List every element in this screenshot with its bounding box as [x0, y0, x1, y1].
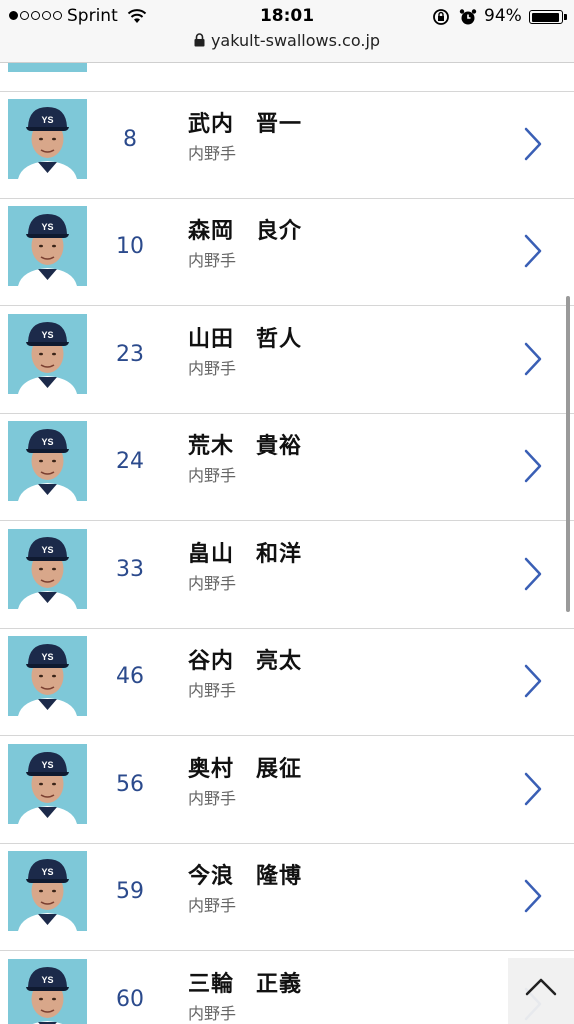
player-number: 24 — [116, 449, 144, 474]
player-surname: 荒木 — [188, 434, 235, 459]
player-photo: YS — [8, 314, 87, 394]
list-item[interactable]: YS 46 谷内 亮太 内野手 — [0, 629, 574, 736]
player-photo: YS — [8, 744, 87, 824]
back-to-top-button[interactable] — [508, 958, 574, 1024]
chevron-right-icon[interactable] — [520, 339, 546, 383]
battery-tip — [564, 14, 567, 20]
status-bar: Sprint 18:01 94% yakult-swallows.co.jp — [0, 0, 574, 63]
player-position: 内野手 — [188, 896, 237, 915]
player-photo: YS — [8, 421, 87, 501]
player-photo: YS — [8, 206, 87, 286]
player-name: 武内 晋一 — [188, 106, 302, 138]
svg-text:YS: YS — [41, 545, 53, 555]
chevron-right-icon[interactable] — [520, 876, 546, 920]
lock-icon — [194, 32, 205, 51]
player-name: 今浪 隆博 — [188, 858, 302, 890]
alarm-icon — [459, 8, 477, 30]
player-position: 内野手 — [188, 466, 237, 485]
player-surname: 三輪 — [188, 972, 235, 997]
player-position: 内野手 — [188, 144, 237, 163]
player-surname: 今浪 — [188, 864, 235, 889]
player-name: 荒木 貴裕 — [188, 428, 302, 460]
list-item[interactable]: YS 23 山田 哲人 内野手 — [0, 307, 574, 414]
player-surname: 奥村 — [188, 757, 235, 782]
player-name: 奥村 展征 — [188, 751, 302, 783]
svg-text:YS: YS — [41, 115, 53, 125]
list-item[interactable]: YS 10 森岡 良介 内野手 — [0, 199, 574, 306]
player-given-name: 正義 — [256, 972, 303, 997]
svg-text:YS: YS — [41, 437, 53, 447]
svg-text:YS: YS — [41, 760, 53, 770]
player-given-name: 和洋 — [256, 542, 303, 567]
player-number: 59 — [116, 879, 144, 904]
svg-text:YS: YS — [41, 975, 53, 985]
player-name: 三輪 正義 — [188, 966, 302, 998]
svg-text:YS: YS — [41, 652, 53, 662]
player-surname: 武内 — [188, 112, 235, 137]
player-surname: 森岡 — [188, 219, 235, 244]
player-number: 23 — [116, 342, 144, 367]
player-name: 森岡 良介 — [188, 213, 302, 245]
chevron-up-icon — [525, 978, 557, 996]
chevron-right-icon[interactable] — [520, 769, 546, 813]
player-photo: YS — [8, 636, 87, 716]
player-position: 内野手 — [188, 681, 237, 700]
player-name: 畠山 和洋 — [188, 536, 302, 568]
list-item[interactable]: YS 56 奥村 展征 内野手 — [0, 737, 574, 844]
rotation-lock-icon — [432, 8, 450, 30]
list-item[interactable]: YS 33 畠山 和洋 内野手 — [0, 522, 574, 629]
player-photo: YS — [8, 99, 87, 179]
address-bar[interactable]: yakult-swallows.co.jp — [0, 31, 574, 51]
player-number: 10 — [116, 234, 144, 259]
player-number: 8 — [123, 127, 137, 152]
player-given-name: 貴裕 — [256, 434, 303, 459]
player-photo: YS — [8, 529, 87, 609]
player-position: 内野手 — [188, 574, 237, 593]
player-number: 33 — [116, 557, 144, 582]
battery-percent: 94% — [484, 6, 522, 26]
list-item[interactable]: YS 60 三輪 正義 内野手 — [0, 952, 574, 1024]
svg-text:YS: YS — [41, 867, 53, 877]
chevron-right-icon[interactable] — [520, 124, 546, 168]
page: YS 8 武内 晋一 内野手 YS 10 森岡 良介 内野手 YS 23 山田 哲人 … — [0, 0, 574, 1024]
player-surname: 谷内 — [188, 649, 235, 674]
player-position: 内野手 — [188, 251, 237, 270]
chevron-right-icon[interactable] — [520, 554, 546, 598]
player-photo: YS — [8, 959, 87, 1024]
player-name: 山田 哲人 — [188, 321, 302, 353]
list-item[interactable]: YS 8 武内 晋一 内野手 — [0, 92, 574, 199]
battery-icon — [529, 10, 563, 24]
player-photo: YS — [8, 851, 87, 931]
player-surname: 畠山 — [188, 542, 235, 567]
svg-text:YS: YS — [41, 222, 53, 232]
chevron-right-icon[interactable] — [520, 446, 546, 490]
player-number: 56 — [116, 772, 144, 797]
player-given-name: 展征 — [256, 757, 303, 782]
player-given-name: 晋一 — [256, 112, 303, 137]
player-given-name: 良介 — [256, 219, 303, 244]
chevron-right-icon[interactable] — [520, 661, 546, 705]
chevron-right-icon[interactable] — [520, 231, 546, 275]
url-text: yakult-swallows.co.jp — [210, 31, 381, 50]
player-number: 60 — [116, 987, 144, 1012]
player-name: 谷内 亮太 — [188, 643, 302, 675]
player-given-name: 隆博 — [256, 864, 303, 889]
player-surname: 山田 — [188, 327, 235, 352]
player-position: 内野手 — [188, 789, 237, 808]
svg-text:YS: YS — [41, 330, 53, 340]
player-number: 46 — [116, 664, 144, 689]
player-position: 内野手 — [188, 1004, 237, 1023]
scrollbar[interactable] — [566, 296, 570, 612]
list-item[interactable]: YS 59 今浪 隆博 内野手 — [0, 844, 574, 951]
player-given-name: 哲人 — [256, 327, 303, 352]
player-given-name: 亮太 — [256, 649, 303, 674]
list-item[interactable]: YS 24 荒木 貴裕 内野手 — [0, 414, 574, 521]
player-position: 内野手 — [188, 359, 237, 378]
